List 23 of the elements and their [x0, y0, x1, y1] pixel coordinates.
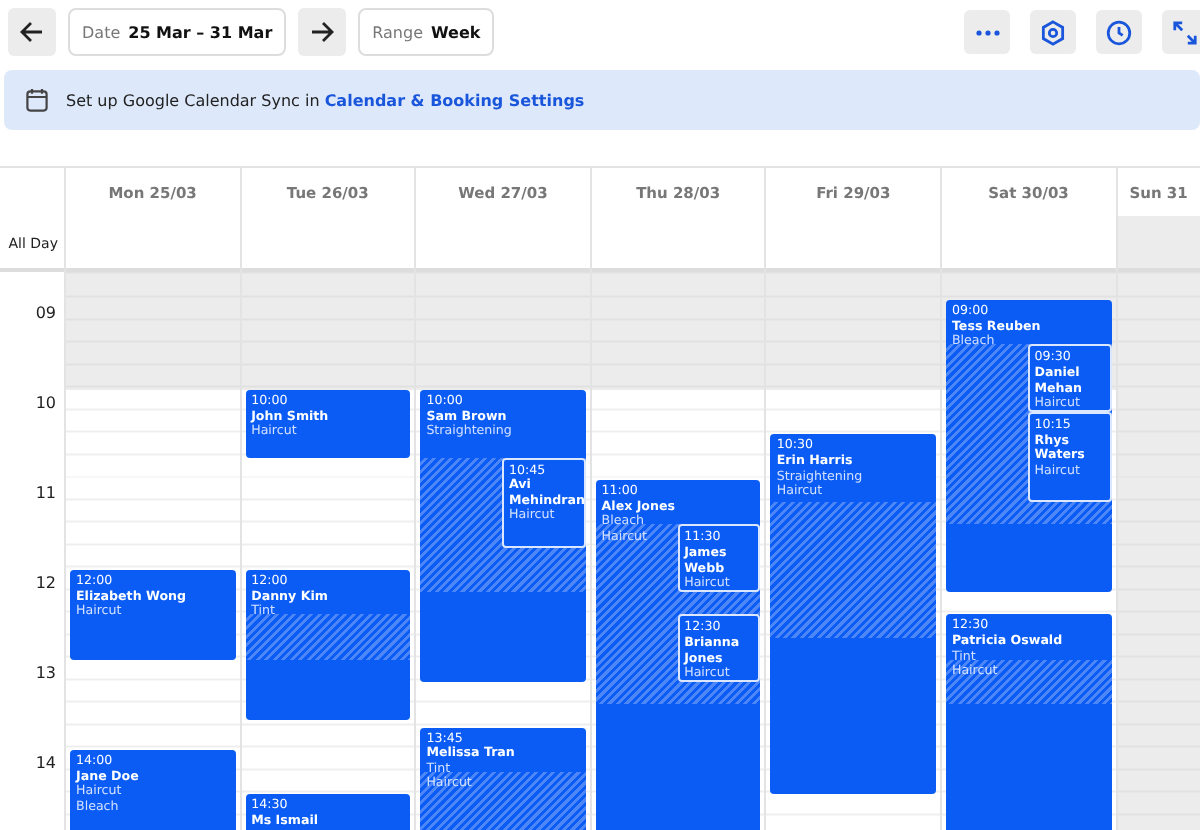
previous-button[interactable] — [8, 8, 56, 56]
hour-label: 12 — [35, 573, 56, 592]
settings-link[interactable]: Calendar & Booking Settings — [324, 91, 585, 109]
expand-icon — [1172, 19, 1198, 45]
clock-button[interactable] — [1096, 10, 1142, 54]
more-button[interactable] — [964, 10, 1010, 54]
hour-label: 14 — [35, 753, 56, 772]
next-button[interactable] — [298, 8, 347, 56]
hour-label: 11 — [35, 483, 56, 502]
banner-text: Set up Google Calendar Sync in Calendar & Booking Settings — [66, 91, 585, 109]
more-icon — [975, 29, 999, 35]
calendar-icon — [26, 88, 48, 112]
hour-label: 13 — [35, 663, 56, 682]
arrow-right-icon — [310, 20, 335, 44]
hour-label: 09 — [35, 303, 56, 322]
date-field[interactable]: Date 25 Mar – 31 Mar — [68, 8, 287, 56]
settings-icon — [1040, 19, 1066, 45]
expand-button[interactable] — [1162, 10, 1200, 54]
settings-button[interactable] — [1030, 10, 1076, 54]
clock-icon — [1106, 19, 1132, 45]
range-field[interactable]: Range Week — [358, 8, 495, 56]
arrow-left-icon — [20, 20, 44, 44]
hour-label: 10 — [35, 393, 56, 412]
